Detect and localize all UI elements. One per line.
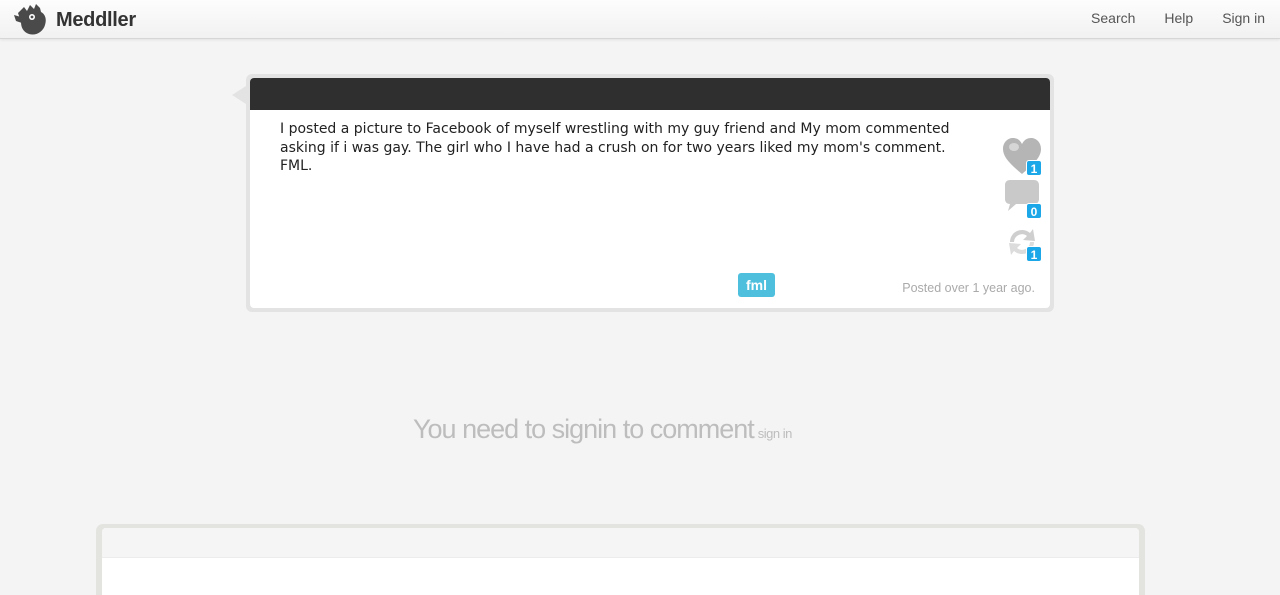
comment-count-badge: 0 [1026, 203, 1042, 219]
signin-prompt: You need to signin to comment sign in [413, 414, 792, 445]
post-header-bar [250, 78, 1050, 110]
like-button[interactable]: 1 [1002, 136, 1044, 176]
reshare-count-badge: 1 [1026, 246, 1042, 262]
brand-name: Meddller [56, 8, 136, 31]
comments-panel [102, 528, 1139, 595]
post-pointer [232, 86, 246, 104]
top-navbar: Meddller Search Help Sign in [0, 0, 1280, 39]
reshare-button[interactable]: 1 [1002, 222, 1044, 262]
nav-signin-link[interactable]: Sign in [1222, 10, 1265, 26]
like-count-badge: 1 [1026, 160, 1042, 176]
post-card: I posted a picture to Facebook of myself… [250, 78, 1050, 308]
comment-button[interactable]: 0 [1002, 179, 1044, 219]
nav-help-link[interactable]: Help [1164, 10, 1193, 26]
nav-search-link[interactable]: Search [1091, 10, 1135, 26]
post-actions: 1 0 1 [1002, 136, 1044, 265]
signin-link[interactable]: sign in [758, 426, 793, 441]
comments-panel-header [102, 528, 1139, 558]
signin-message: You need to signin to comment [413, 414, 755, 444]
hand-logo-icon [14, 4, 46, 35]
top-nav: Search Help Sign in [1062, 10, 1265, 26]
brand-logo[interactable]: Meddller [12, 3, 136, 37]
post-text: I posted a picture to Facebook of myself… [280, 121, 950, 174]
post-timestamp: Posted over 1 year ago. [902, 281, 1035, 295]
tag-fml[interactable]: fml [738, 273, 775, 297]
